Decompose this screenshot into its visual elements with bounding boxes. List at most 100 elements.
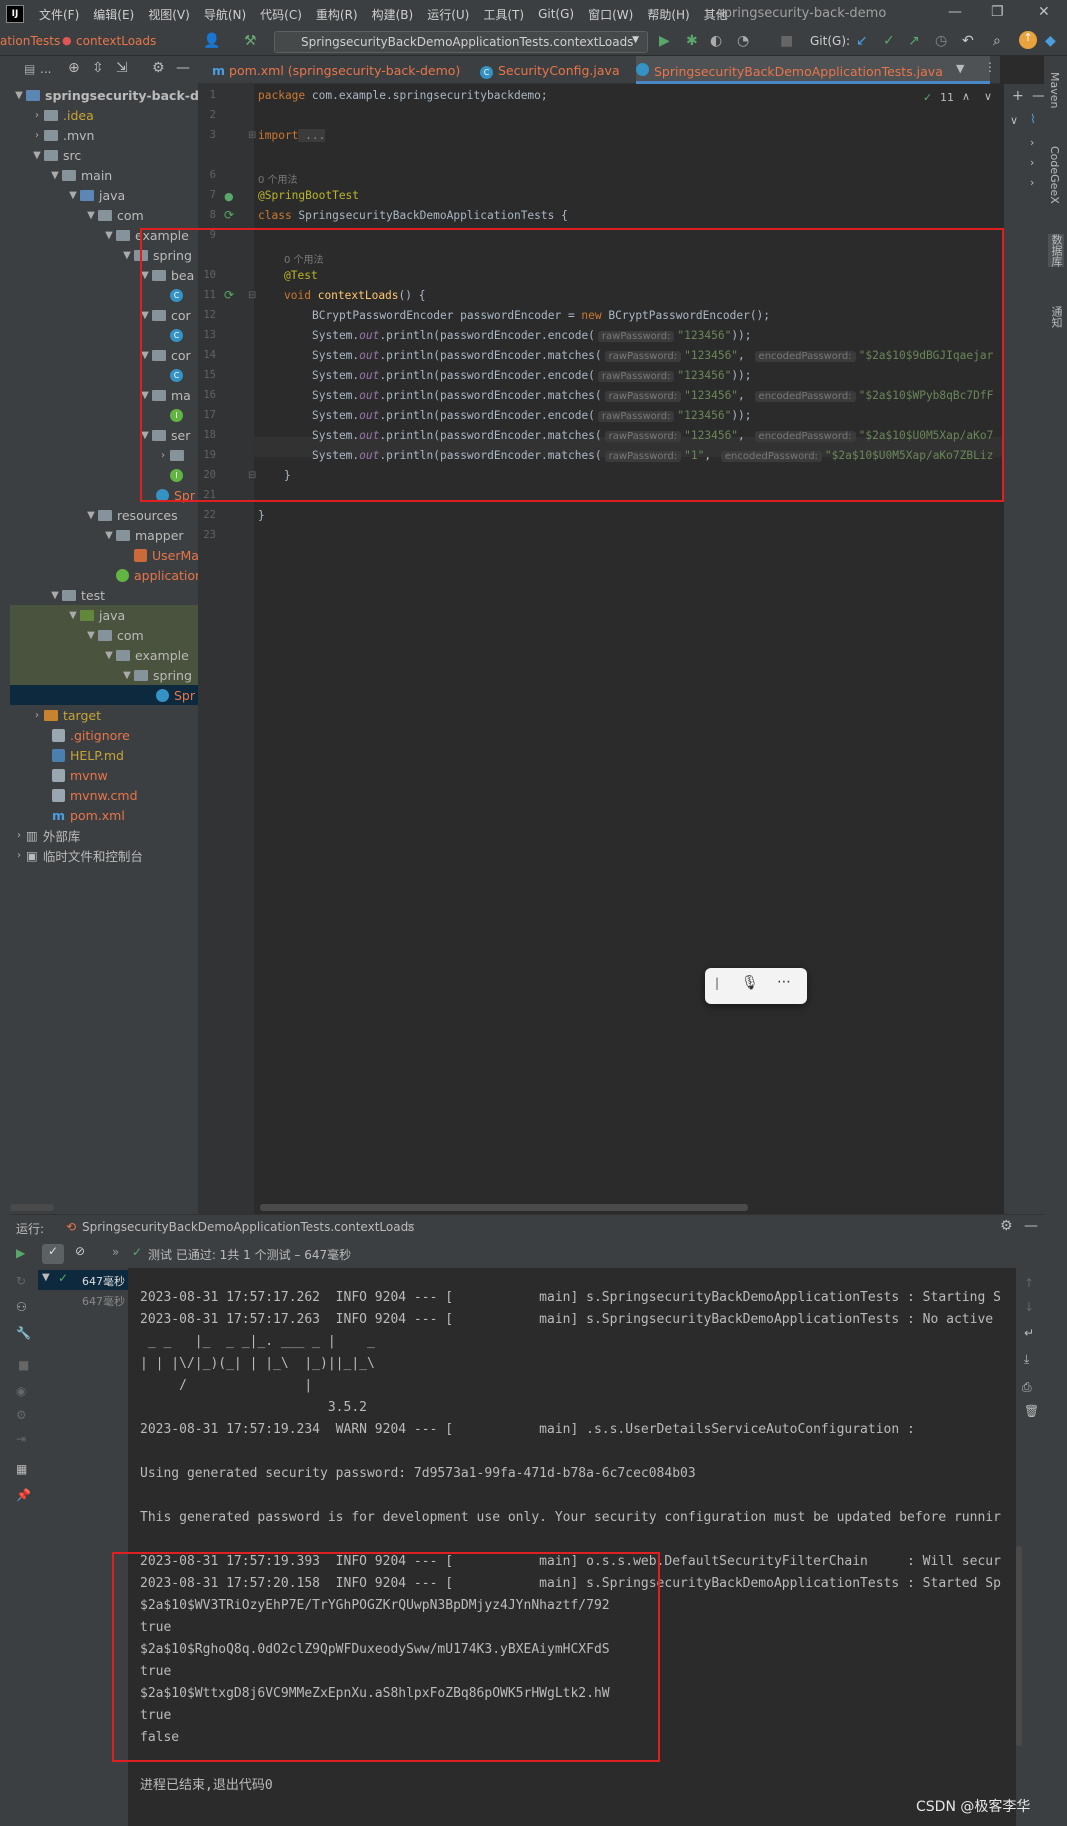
pin-icon[interactable]: 📌 bbox=[16, 1488, 31, 1502]
menu-run[interactable]: 运行(U) bbox=[420, 6, 476, 23]
hide-panel-icon[interactable]: — bbox=[1024, 1218, 1038, 1234]
run-test-icon[interactable]: ⟳ bbox=[224, 208, 234, 222]
camera-icon[interactable]: ◉ bbox=[16, 1384, 26, 1398]
tree-xml[interactable]: UserMap bbox=[134, 545, 198, 565]
tree-scrollbar[interactable] bbox=[10, 1204, 54, 1211]
expand-all-icon[interactable]: ⇳ bbox=[92, 60, 104, 76]
chevron-down-icon[interactable]: ∨ bbox=[1010, 114, 1018, 127]
tree-resources[interactable]: ▼ resources bbox=[84, 505, 177, 525]
settings-gear-icon[interactable]: ⚙ bbox=[1000, 1218, 1013, 1234]
spring-bean-icon[interactable]: ● bbox=[224, 190, 234, 203]
add-icon[interactable]: + bbox=[1012, 88, 1024, 104]
tree-scratches[interactable]: › ▣ 临时文件和控制台 bbox=[12, 845, 143, 865]
horizontal-scrollbar[interactable] bbox=[260, 1204, 748, 1211]
git-commit-icon[interactable]: ✓ bbox=[883, 33, 895, 49]
menu-build[interactable]: 构建(B) bbox=[365, 6, 421, 23]
menu-refactor[interactable]: 重构(R) bbox=[309, 6, 365, 23]
menu-file[interactable]: 文件(F) bbox=[32, 6, 86, 23]
gear-icon[interactable]: ⚙ bbox=[16, 1408, 27, 1422]
git-update-icon[interactable]: ↙ bbox=[856, 33, 868, 49]
menu-git[interactable]: Git(G) bbox=[531, 7, 581, 21]
stop-square-icon[interactable]: ■ bbox=[18, 1358, 29, 1372]
locate-icon[interactable]: ⊕ bbox=[68, 60, 80, 76]
tab-tests[interactable]: SpringsecurityBackDemoApplicationTests.j… bbox=[636, 56, 990, 84]
tabs-dropdown-icon[interactable]: ▼ bbox=[956, 62, 964, 75]
tree-test[interactable]: ▼ test bbox=[48, 585, 105, 605]
soft-wrap-icon[interactable]: ↵ bbox=[1024, 1326, 1034, 1340]
user-icon[interactable]: 👤 bbox=[203, 33, 220, 49]
project-title[interactable]: ... bbox=[40, 62, 51, 76]
tree-mapper-res[interactable]: ▼ mapper bbox=[102, 525, 183, 545]
tree-java[interactable]: ▼ java bbox=[66, 185, 125, 205]
profile-icon[interactable]: ◔ bbox=[737, 33, 749, 49]
stop-icon[interactable]: ↻ bbox=[16, 1274, 26, 1288]
more-icon[interactable]: ⋮ bbox=[984, 60, 996, 74]
breadcrumb-method[interactable]: contextLoads bbox=[76, 34, 156, 48]
database-tool-button[interactable]: 数据库 bbox=[1048, 234, 1064, 267]
tab-pom[interactable]: m pom.xml (springsecurity-back-demo) bbox=[212, 56, 460, 84]
tree-mvn[interactable]: › .mvn bbox=[30, 125, 94, 145]
rollback-icon[interactable]: ↶ bbox=[962, 33, 974, 49]
update-icon[interactable]: ↑ bbox=[1019, 31, 1037, 49]
print-icon[interactable]: ⎙ bbox=[1022, 1380, 1032, 1395]
fold-icon[interactable]: ⊞ bbox=[248, 130, 256, 141]
run-tab-label[interactable]: SpringsecurityBackDemoApplicationTests.c… bbox=[82, 1220, 414, 1234]
arrow-down-icon[interactable]: ↓ bbox=[1024, 1300, 1034, 1314]
stop-icon[interactable]: ■ bbox=[780, 33, 793, 49]
usage-hint[interactable]: 0 个用法 bbox=[258, 171, 298, 186]
tree-test-class[interactable]: Spr bbox=[156, 685, 195, 705]
more-actions-icon[interactable]: » bbox=[112, 1245, 119, 1259]
menu-code[interactable]: 代码(C) bbox=[253, 6, 309, 23]
tree-external-libs[interactable]: › ▥ 外部库 bbox=[12, 825, 80, 845]
exit-icon[interactable]: ⇥ bbox=[16, 1432, 26, 1446]
settings-gear-icon[interactable]: ⚙ bbox=[152, 60, 165, 76]
tab-securityconfig[interactable]: C SecurityConfig.java bbox=[480, 56, 620, 84]
tree-test-spring[interactable]: ▼ spring bbox=[120, 665, 192, 685]
run-icon[interactable]: ▶ bbox=[659, 33, 670, 49]
test-node-duration[interactable]: 647毫秒 bbox=[82, 1273, 125, 1289]
tree-main[interactable]: ▼ main bbox=[48, 165, 112, 185]
warning-count[interactable]: 11 bbox=[940, 91, 954, 104]
inspection-ok-icon[interactable]: ✓ bbox=[923, 91, 932, 104]
build-hammer-icon[interactable]: ⚒ bbox=[244, 33, 257, 49]
menu-edit[interactable]: 编辑(E) bbox=[86, 6, 141, 23]
menu-help[interactable]: 帮助(H) bbox=[640, 6, 696, 23]
console-scrollbar[interactable] bbox=[1016, 1546, 1022, 1746]
project-view-icon[interactable]: ▤ bbox=[24, 62, 35, 76]
menu-window[interactable]: 窗口(W) bbox=[581, 6, 640, 23]
restore-icon[interactable]: ❐ bbox=[991, 4, 1004, 20]
chevron-right-icon[interactable]: › bbox=[1030, 136, 1034, 149]
chevron-right-icon[interactable]: › bbox=[1030, 176, 1034, 189]
tree-src[interactable]: ▼ src bbox=[30, 145, 81, 165]
chevron-down-icon[interactable]: ▼ bbox=[42, 1272, 50, 1283]
close-tab-icon[interactable]: × bbox=[406, 1220, 416, 1234]
coverage-icon[interactable]: ◐ bbox=[710, 33, 722, 49]
jetbrains-ai-icon[interactable]: ◆ bbox=[1045, 33, 1056, 49]
show-passed-icon[interactable]: ✓ bbox=[42, 1244, 64, 1264]
tree-idea[interactable]: › .idea bbox=[30, 105, 94, 125]
breadcrumb-class[interactable]: ationTests bbox=[0, 34, 60, 48]
wave-icon[interactable]: ⌇ bbox=[1030, 112, 1036, 126]
more-options-icon[interactable]: ⋯ bbox=[777, 974, 791, 990]
menu-navigate[interactable]: 导航(N) bbox=[197, 6, 253, 23]
hide-icon[interactable]: — bbox=[176, 60, 190, 76]
tree-pom[interactable]: m pom.xml bbox=[52, 805, 125, 825]
menu-view[interactable]: 视图(V) bbox=[141, 6, 197, 23]
tree-test-com[interactable]: ▼ com bbox=[84, 625, 144, 645]
tree-mvnwcmd[interactable]: mvnw.cmd bbox=[52, 785, 138, 805]
minimize-icon[interactable]: — bbox=[948, 4, 962, 20]
tree-gitignore[interactable]: .gitignore bbox=[52, 725, 130, 745]
history-icon[interactable]: ◷ bbox=[935, 33, 947, 49]
layout-icon[interactable]: ▦ bbox=[16, 1462, 27, 1476]
microphone-icon[interactable]: 🎙 bbox=[741, 975, 759, 991]
show-ignored-icon[interactable]: ⊘ bbox=[70, 1244, 90, 1264]
test-node-duration[interactable]: 647毫秒 bbox=[82, 1293, 125, 1309]
search-icon[interactable]: ⌕ bbox=[993, 33, 1001, 49]
wrench-icon[interactable]: 🔧 bbox=[16, 1326, 31, 1340]
tree-help[interactable]: HELP.md bbox=[52, 745, 124, 765]
tree-mvnw[interactable]: mvnw bbox=[52, 765, 108, 785]
tree-target[interactable]: › target bbox=[30, 705, 101, 725]
menu-tools[interactable]: 工具(T) bbox=[476, 6, 531, 23]
tree-test-example[interactable]: ▼ example bbox=[102, 645, 189, 665]
dump-icon[interactable]: ⚇ bbox=[16, 1300, 27, 1314]
